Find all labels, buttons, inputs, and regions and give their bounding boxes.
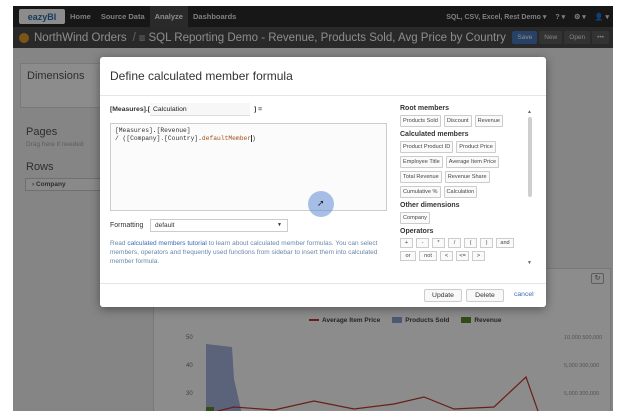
formula-line-2-suffix: ) xyxy=(252,135,256,143)
operator-not[interactable]: not xyxy=(419,251,437,261)
operator-plus[interactable]: + xyxy=(400,238,413,248)
operator-multiply[interactable]: * xyxy=(432,238,445,248)
dropdown-caret-icon: ▼ xyxy=(277,222,282,228)
scroll-up-icon[interactable]: ▲ xyxy=(527,109,532,115)
sidebar-scrollbar[interactable] xyxy=(528,117,532,197)
delete-button[interactable]: Delete xyxy=(466,289,504,302)
member-chip-revenue[interactable]: Revenue xyxy=(474,115,503,127)
dimension-chip-company[interactable]: Company xyxy=(400,212,430,224)
formula-line-2: / ([Company].[Country].defaultMember) xyxy=(115,135,382,143)
formatting-label: Formatting xyxy=(110,222,144,229)
operator-less-than[interactable]: < xyxy=(440,251,453,261)
operators-list: + - * / ( ) and or not < <= > xyxy=(400,238,525,261)
help-text-before: Read xyxy=(110,240,128,247)
operator-divide[interactable]: / xyxy=(448,238,461,248)
operators-heading: Operators xyxy=(400,228,434,235)
calculated-member-dialog: Define calculated member formula [Measur… xyxy=(100,57,546,307)
formatting-value: default xyxy=(155,222,175,229)
member-chip-product-product-id[interactable]: Product Product ID xyxy=(400,141,454,153)
other-dimensions-list: Company xyxy=(400,212,525,224)
operator-or[interactable]: or xyxy=(400,251,416,261)
member-chip-total-revenue[interactable]: Total Revenue xyxy=(400,171,442,183)
calculated-members-list: Product Product ID Product Price Employe… xyxy=(400,141,525,198)
operator-less-equal[interactable]: <= xyxy=(456,251,469,261)
operator-minus[interactable]: - xyxy=(416,238,429,248)
divider xyxy=(100,95,546,96)
cancel-link[interactable]: cancel xyxy=(514,291,534,298)
member-chip-cumulative[interactable]: Cumulative % xyxy=(400,186,441,198)
member-chip-calculation[interactable]: Calculation xyxy=(443,186,478,198)
member-chip-product-price[interactable]: Product Price xyxy=(456,141,496,153)
update-button[interactable]: Update xyxy=(424,289,462,302)
calculated-members-heading: Calculated members xyxy=(400,131,469,138)
formatting-select[interactable]: default ▼ xyxy=(150,219,288,232)
root-members-heading: Root members xyxy=(400,105,450,112)
app-frame: eazyBI Home Source Data Analyze Dashboar… xyxy=(13,6,613,411)
calculation-name-input[interactable] xyxy=(150,103,250,116)
operator-close-paren[interactable]: ) xyxy=(480,238,493,248)
member-chip-employee-title[interactable]: Employee Title xyxy=(400,156,443,168)
tutorial-link[interactable]: calculated members tutorial xyxy=(127,240,206,247)
formula-line-1: [Measures].[Revenue] xyxy=(115,127,191,134)
member-chip-products-sold[interactable]: Products Sold xyxy=(400,115,441,127)
scroll-down-icon[interactable]: ▼ xyxy=(527,260,532,266)
formula-keyword: defaultMember xyxy=(201,135,252,143)
operator-and[interactable]: and xyxy=(496,238,514,248)
other-dimensions-heading: Other dimensions xyxy=(400,202,460,209)
member-chip-discount[interactable]: Discount xyxy=(443,115,472,127)
footer-divider xyxy=(100,283,546,284)
help-text: Read calculated members tutorial to lear… xyxy=(110,239,390,266)
member-chip-average-item-price[interactable]: Average Item Price xyxy=(445,156,500,168)
formula-sidebar: Root members Products Sold Discount Reve… xyxy=(400,103,525,263)
formula-line-2-prefix: / ([Company].[Country]. xyxy=(115,135,202,143)
measures-prefix: [Measures].[ xyxy=(110,106,151,113)
member-chip-revenue-share[interactable]: Revenue Share xyxy=(444,171,490,183)
mouse-pointer-icon: ➚ xyxy=(317,198,325,208)
operator-open-paren[interactable]: ( xyxy=(464,238,477,248)
operator-greater-than[interactable]: > xyxy=(472,251,485,261)
formula-editor[interactable]: [Measures].[Revenue] / ([Company].[Count… xyxy=(110,123,387,211)
root-members-list: Products Sold Discount Revenue xyxy=(400,115,525,127)
dialog-title: Define calculated member formula xyxy=(110,69,293,83)
bracket-equals: ] = xyxy=(254,106,263,113)
